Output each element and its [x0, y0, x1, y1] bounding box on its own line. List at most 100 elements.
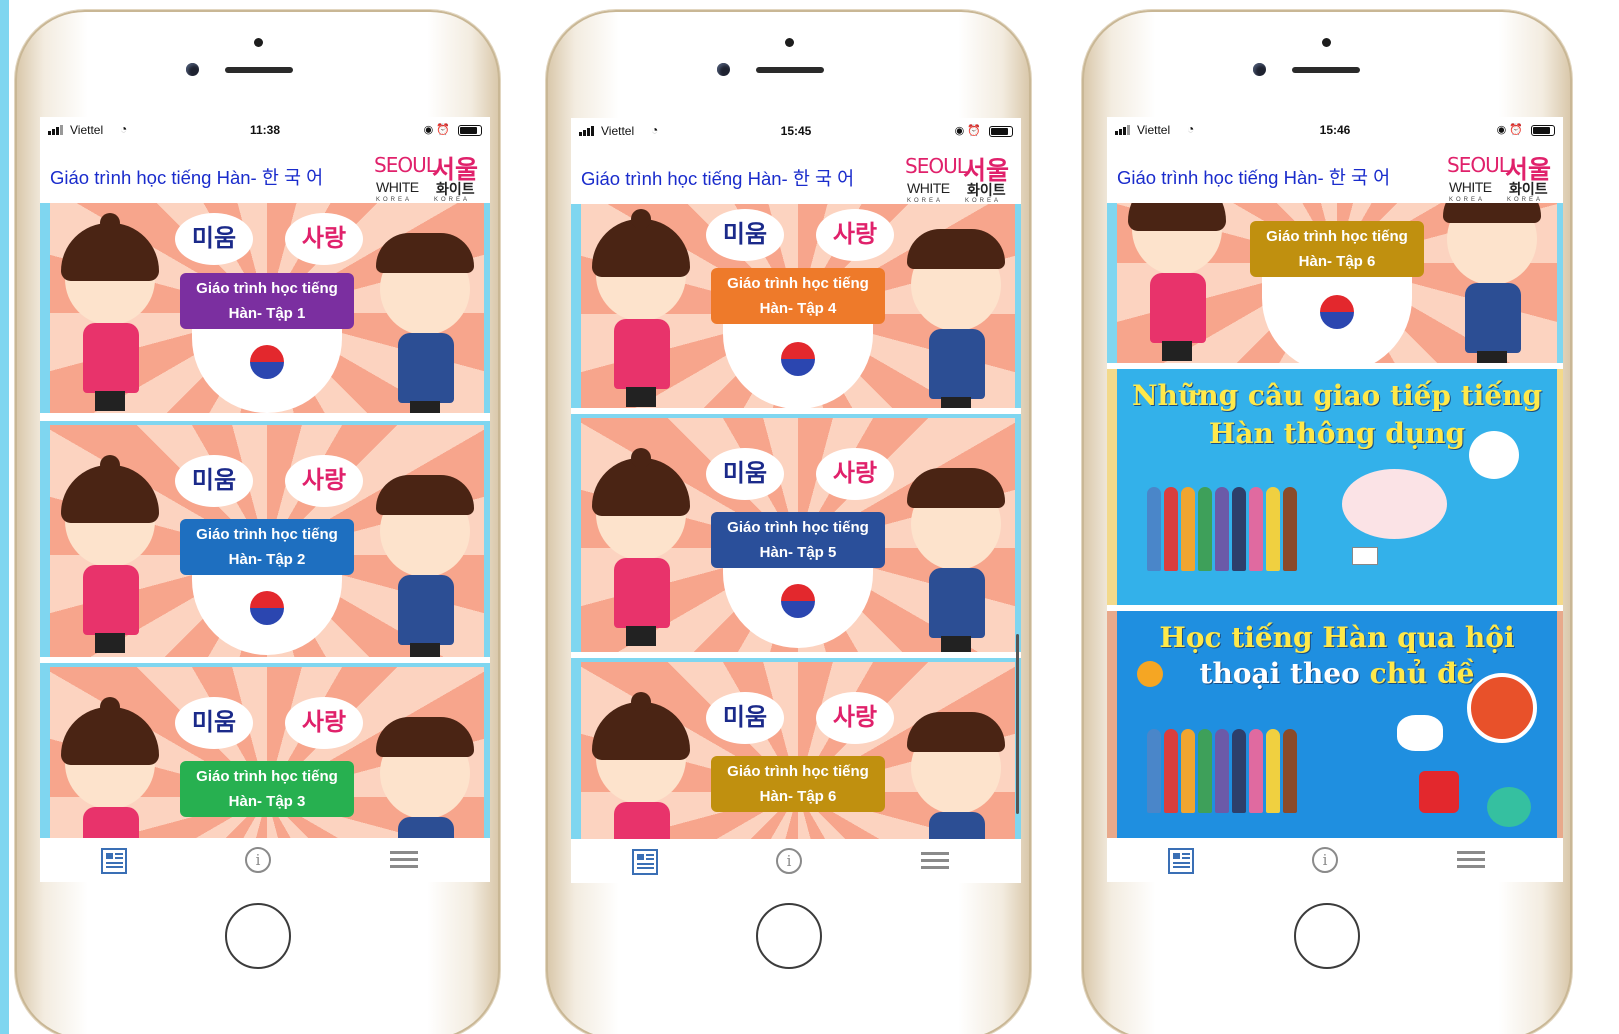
korean-flag-icon: [1352, 547, 1378, 565]
proximity-sensor: [254, 38, 263, 47]
speech-bubble-right: 사랑: [285, 213, 363, 265]
status-bar: Viettel ◔ 15:45 ◉ ⏰: [571, 118, 1021, 144]
boy-character: [376, 707, 474, 838]
home-button[interactable]: [756, 903, 822, 969]
speech-bubble-left: 미움: [706, 692, 784, 744]
status-indicators-icon: ◉ ⏰: [1496, 124, 1523, 136]
girl-character: [592, 448, 690, 648]
home-button[interactable]: [225, 903, 291, 969]
speech-bubble-right: 사랑: [816, 209, 894, 261]
banner-title-line-1: Học tiếng Hàn qua hội: [1159, 621, 1515, 654]
status-time: 11:38: [249, 123, 281, 137]
korean-flag-icon: [250, 345, 284, 379]
speech-bubble-right: 사랑: [816, 692, 894, 744]
phrases-banner[interactable]: Những câu giao tiếp tiếng Hàn thông dụng: [1107, 369, 1563, 605]
app-screen: Viettel ◔ 15:46 ◉ ⏰ Giáo trình học tiếng…: [1107, 117, 1563, 882]
seoul-white-logo: SEOUL 서울 WHITE 화이트 KOREA KOREA: [905, 154, 1010, 204]
korean-flag-icon: [1397, 715, 1443, 751]
korean-flag-icon: [1320, 295, 1354, 329]
speech-bubble-right: 사랑: [285, 697, 363, 749]
course-card-1[interactable]: 미움 사랑 Giáo trình học tiếng Hàn- Tập 1: [40, 203, 490, 413]
left-edge-strip: [0, 0, 9, 1034]
boy-character: [907, 702, 1005, 839]
headphones-icon: [1467, 673, 1537, 743]
boy-character: [1443, 203, 1541, 363]
girl-character: [61, 697, 159, 838]
boy-character: [376, 465, 474, 657]
korean-flag-icon: [250, 591, 284, 625]
status-time: 15:45: [780, 124, 812, 138]
speech-bubble-left: 미움: [175, 455, 253, 507]
book-icon: [1137, 661, 1163, 687]
speech-bubble-right: 사랑: [816, 448, 894, 500]
speech-bubble-left: 미움: [706, 448, 784, 500]
app-header: Giáo trình học tiếng Hàn- 한 국 어 SEOUL 서울…: [40, 143, 490, 203]
app-screen: Viettel ◔ 15:45 ◉ ⏰ Giáo trình học tiếng…: [571, 118, 1021, 883]
course-list: Giáo trình học tiếng Hàn- Tập 6 Những câ…: [1107, 203, 1563, 838]
course-label: Giáo trình học tiếng Hàn- Tập 6: [711, 756, 885, 812]
seoul-white-logo: SEOUL 서울 WHITE 화이트 KOREA KOREA: [374, 153, 479, 203]
phone-3: Viettel ◔ 15:46 ◉ ⏰ Giáo trình học tiếng…: [1082, 10, 1572, 1034]
course-card-4[interactable]: 미움 사랑 Giáo trình học tiếng Hàn- Tập 4: [571, 204, 1021, 408]
scrollbar[interactable]: [1016, 634, 1019, 814]
girl-character: [61, 213, 159, 413]
hamburger-menu-icon[interactable]: [390, 847, 418, 875]
korean-flag-icon: [781, 584, 815, 618]
boy-character: [907, 219, 1005, 408]
girl-character: [592, 209, 690, 408]
speech-bubble-left: 미움: [706, 209, 784, 261]
conversation-bubble: [1342, 469, 1447, 539]
course-label: Giáo trình học tiếng Hàn- Tập 1: [180, 273, 354, 329]
hamburger-menu-icon[interactable]: [1457, 847, 1485, 875]
phone-1: Viettel ◔ 11:38 ◉ ⏰ Giáo trình học tiếng…: [15, 10, 500, 1034]
app-screen: Viettel ◔ 11:38 ◉ ⏰ Giáo trình học tiếng…: [40, 117, 490, 882]
vietnam-flag-icon: [1419, 771, 1459, 813]
info-icon[interactable]: i: [245, 847, 271, 873]
status-bar: Viettel ◔ 11:38 ◉ ⏰: [40, 117, 490, 143]
boy-character: [376, 223, 474, 413]
page-title: Giáo trình học tiếng Hàn- 한 국 어: [581, 168, 855, 189]
speech-bubble-left: 미움: [175, 213, 253, 265]
girl-character: [1128, 203, 1226, 363]
front-camera: [186, 63, 199, 76]
course-card-3[interactable]: 미움 사랑 Giáo trình học tiếng Hàn- Tập 3: [40, 663, 490, 838]
phone-2: Viettel ◔ 15:45 ◉ ⏰ Giáo trình học tiếng…: [546, 10, 1031, 1034]
bunny-icon: [1469, 431, 1519, 479]
earpiece-speaker: [225, 67, 293, 73]
course-label: Giáo trình học tiếng Hàn- Tập 5: [711, 512, 885, 568]
boy-character: [907, 458, 1005, 652]
speech-bubble-left: 미움: [175, 697, 253, 749]
course-list: 미움 사랑 Giáo trình học tiếng Hàn- Tập 4 미움…: [571, 204, 1021, 839]
status-bar: Viettel ◔ 15:46 ◉ ⏰: [1107, 117, 1563, 143]
girl-character: [592, 692, 690, 839]
earpiece-speaker: [1292, 67, 1360, 73]
status-indicators-icon: ◉ ⏰: [954, 125, 981, 137]
newspaper-icon[interactable]: [1167, 847, 1195, 875]
course-card-6[interactable]: 미움 사랑 Giáo trình học tiếng Hàn- Tập 6: [571, 658, 1021, 839]
people-illustration: [1147, 487, 1297, 571]
banner-title-line-1: Những câu giao tiếp tiếng: [1131, 379, 1543, 412]
course-label: Giáo trình học tiếng Hàn- Tập 3: [180, 761, 354, 817]
course-card-6[interactable]: Giáo trình học tiếng Hàn- Tập 6: [1107, 203, 1563, 363]
info-icon[interactable]: i: [1312, 847, 1338, 873]
newspaper-icon[interactable]: [631, 848, 659, 876]
newspaper-icon[interactable]: [100, 847, 128, 875]
dialogue-topics-banner[interactable]: Học tiếng Hàn qua hội thoại theo chủ đề: [1107, 611, 1563, 838]
course-card-5[interactable]: 미움 사랑 Giáo trình học tiếng Hàn- Tập 5: [571, 414, 1021, 652]
page-title: Giáo trình học tiếng Hàn- 한 국 어: [1117, 167, 1391, 188]
status-indicators-icon: ◉ ⏰: [423, 124, 450, 136]
home-button[interactable]: [1294, 903, 1360, 969]
speech-bubble-right: 사랑: [285, 455, 363, 507]
course-card-2[interactable]: 미움 사랑 Giáo trình học tiếng Hàn- Tập 2: [40, 421, 490, 657]
proximity-sensor: [785, 38, 794, 47]
hamburger-menu-icon[interactable]: [921, 848, 949, 876]
course-label: Giáo trình học tiếng Hàn- Tập 6: [1250, 221, 1424, 277]
seoul-white-logo: SEOUL 서울 WHITE 화이트 KOREA KOREA: [1447, 153, 1552, 203]
earpiece-speaker: [756, 67, 824, 73]
info-icon[interactable]: i: [776, 848, 802, 874]
app-header: Giáo trình học tiếng Hàn- 한 국 어 SEOUL 서울…: [1107, 143, 1563, 203]
course-list: 미움 사랑 Giáo trình học tiếng Hàn- Tập 1 미움…: [40, 203, 490, 838]
proximity-sensor: [1322, 38, 1331, 47]
course-label: Giáo trình học tiếng Hàn- Tập 2: [180, 519, 354, 575]
girl-character: [61, 455, 159, 655]
